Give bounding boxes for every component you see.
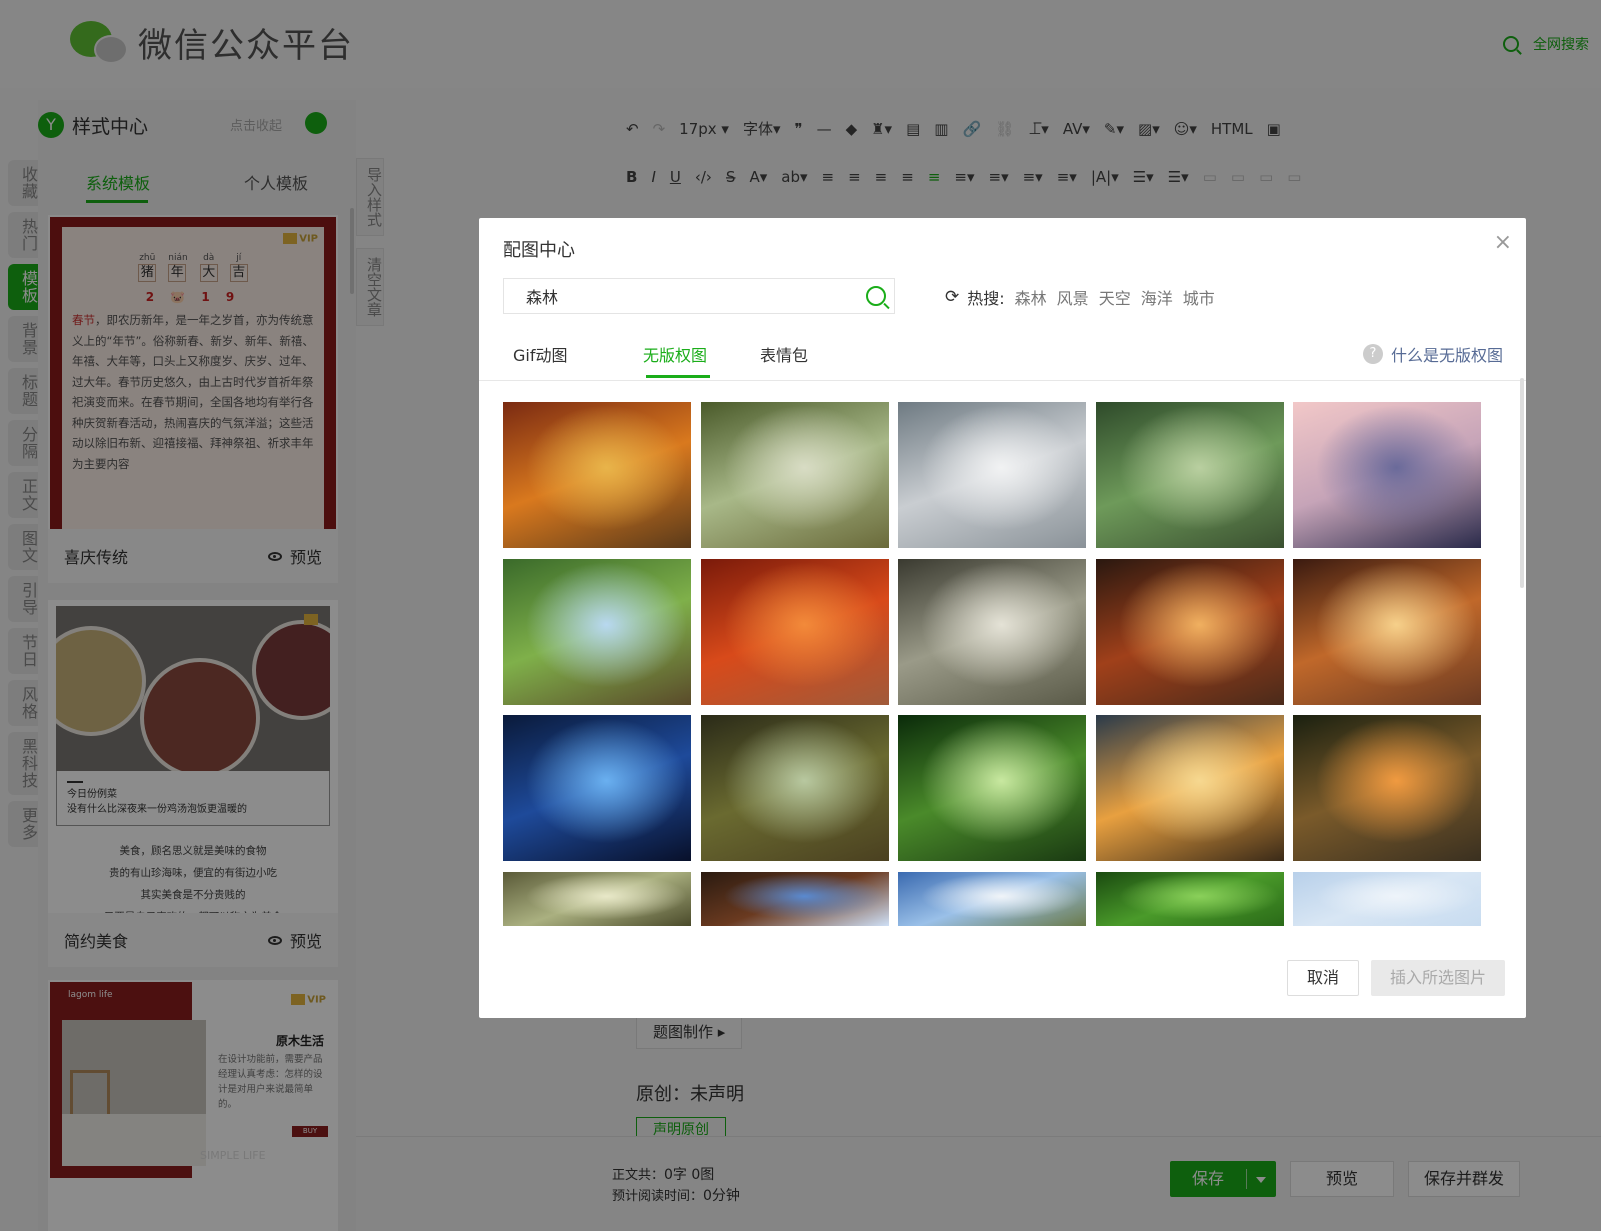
image-thumbnail-wooden-bridge-in-light[interactable] [1293, 558, 1481, 705]
tab-royalty-free[interactable]: 无版权图 [643, 342, 707, 366]
image-thumbnail-green-misty-forest[interactable] [1095, 402, 1284, 548]
tab-stickers[interactable]: 表情包 [760, 342, 808, 366]
image-thumbnail-sunset-over-lake[interactable] [1095, 715, 1284, 861]
hot-search: ⟳ 热搜: 森林 风景 天空 海洋 城市 [945, 285, 1215, 309]
hot-search-word[interactable]: 风景 [1057, 285, 1089, 309]
image-thumbnail-blue-butterflies-night[interactable] [503, 715, 691, 861]
image-thumbnail-misty-birch-forest[interactable] [700, 402, 889, 548]
image-thumbnail-sunlit-forest-trail[interactable] [1293, 715, 1481, 861]
divider [479, 380, 1526, 381]
image-thumbnail-autumn-forest-path[interactable] [503, 402, 691, 548]
hot-search-word[interactable]: 城市 [1183, 285, 1215, 309]
active-tab-indicator [646, 375, 710, 378]
image-center-modal: 配图中心 × ⟳ 热搜: 森林风景天空海洋城市 Gif动图 无版权图 表情包 ?… [479, 218, 1526, 1018]
what-is-royalty-free-link[interactable]: ? 什么是无版权图 [1362, 342, 1503, 366]
image-thumbnail-purple-mountain-sunset[interactable] [1293, 402, 1481, 548]
insert-selected-images-button[interactable]: 插入所选图片 [1371, 960, 1505, 996]
image-thumbnail-red-autumn-road[interactable] [700, 558, 889, 705]
image-thumbnail-tree-trunk-by-lake[interactable] [700, 715, 889, 861]
image-type-tabs: Gif动图 无版权图 表情包 ? 什么是无版权图 [503, 330, 1503, 380]
search-icon[interactable] [866, 286, 886, 306]
modal-scrollbar[interactable] [1520, 378, 1524, 588]
image-search-input[interactable] [504, 279, 844, 313]
image-thumbnail-foggy-mountains-wolf[interactable] [898, 402, 1086, 548]
image-thumbnail-hazy-forest-meadow[interactable] [503, 871, 691, 926]
hot-search-word[interactable]: 森林 [1015, 285, 1047, 309]
image-grid [503, 402, 1499, 936]
tab-gif[interactable]: Gif动图 [513, 342, 567, 366]
image-thumbnail-sunbeams-through-forest[interactable] [898, 558, 1086, 705]
refresh-icon[interactable]: ⟳ [945, 287, 959, 307]
image-thumbnail-green-leaves-close-up[interactable] [1095, 871, 1284, 926]
hot-search-word[interactable]: 海洋 [1141, 285, 1173, 309]
question-icon: ? [1362, 344, 1383, 364]
hot-search-word[interactable]: 天空 [1099, 285, 1131, 309]
image-thumbnail-tall-trunks-blue-sky[interactable] [700, 871, 889, 926]
image-thumbnail-clouds-and-treetops[interactable] [898, 871, 1086, 926]
image-search-box [503, 278, 895, 314]
image-thumbnail-watermill-in-forest[interactable] [503, 558, 691, 705]
image-thumbnail-glowing-forest-path[interactable] [1095, 558, 1284, 705]
image-thumbnail-pale-blue-sky-clouds[interactable] [1293, 871, 1481, 926]
image-thumbnail-light-rays-green-forest[interactable] [898, 715, 1086, 861]
close-icon[interactable]: × [1494, 230, 1512, 255]
cancel-button[interactable]: 取消 [1287, 960, 1359, 996]
hot-search-label: 热搜: [967, 289, 1005, 308]
modal-title: 配图中心 [503, 240, 575, 261]
